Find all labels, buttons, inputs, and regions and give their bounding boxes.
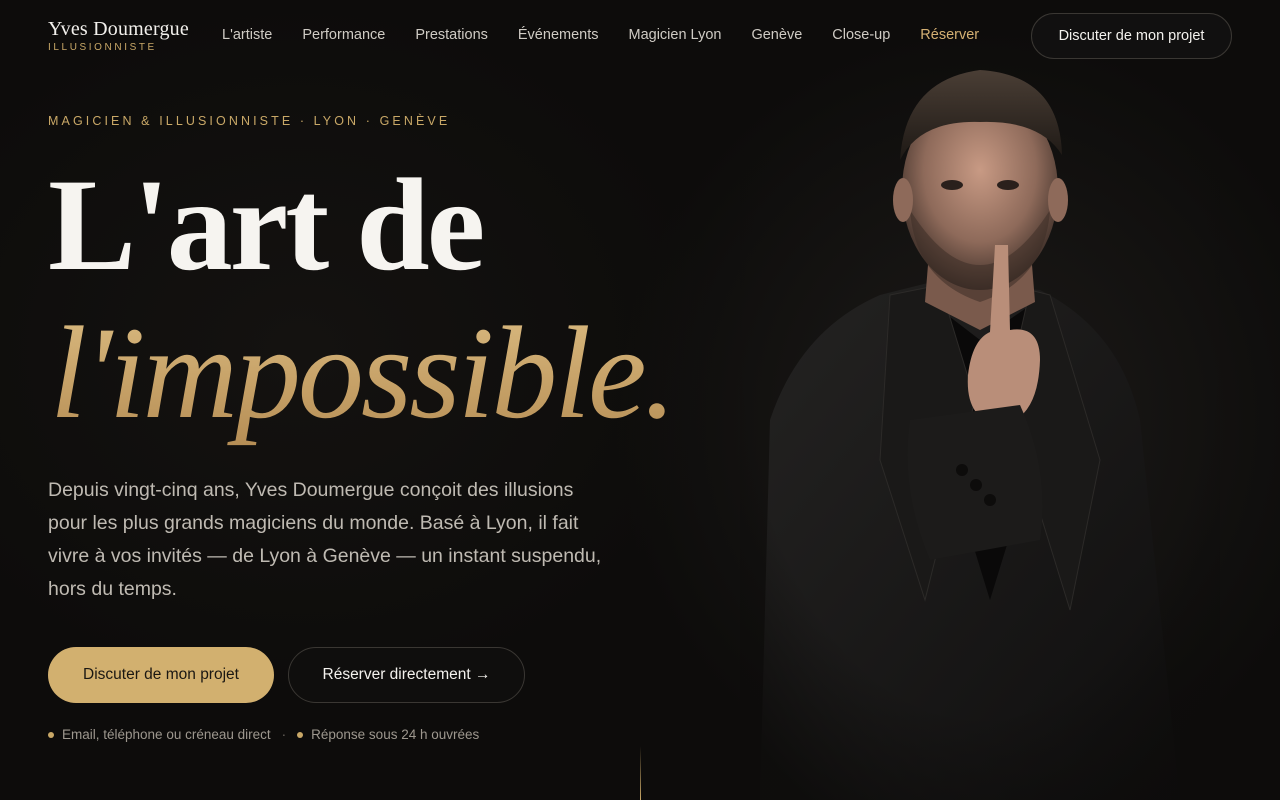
scroll-indicator-line bbox=[640, 746, 641, 800]
bullet-dot-icon bbox=[48, 731, 54, 738]
meta-contact-options: Email, téléphone ou créneau direct bbox=[62, 727, 271, 742]
contact-meta: Email, téléphone ou créneau direct · Rép… bbox=[48, 727, 479, 742]
brand-tagline: ILLUSIONNISTE bbox=[48, 42, 157, 53]
nav-item-artiste[interactable]: L'artiste bbox=[222, 27, 272, 43]
nav-item-close-up[interactable]: Close-up bbox=[832, 27, 890, 43]
hero-title-line-2: l'impossible. bbox=[50, 299, 677, 446]
meta-separator: · bbox=[281, 727, 287, 742]
discuss-project-button[interactable]: Discuter de mon projet bbox=[48, 647, 274, 703]
brand-name: Yves Doumergue bbox=[48, 18, 189, 40]
nav-item-geneve[interactable]: Genève bbox=[751, 27, 802, 43]
nav-item-prestations[interactable]: Prestations bbox=[415, 27, 488, 43]
header-contact-button[interactable]: Discuter de mon projet bbox=[1031, 13, 1232, 59]
site-header: Yves Doumergue ILLUSIONNISTE L'artiste P… bbox=[0, 0, 1280, 72]
nav-item-reserver[interactable]: Réserver bbox=[920, 27, 979, 43]
hero-title-line-1: L'art de bbox=[48, 151, 485, 298]
brand-logo[interactable]: Yves Doumergue ILLUSIONNISTE bbox=[48, 18, 189, 53]
hero-lead-text: Depuis vingt-cinq ans, Yves Doumergue co… bbox=[48, 479, 602, 600]
hero-section: MAGICIEN & ILLUSIONNISTE · LYON · GENÈVE… bbox=[48, 0, 728, 800]
main-nav: L'artiste Performance Prestations Événem… bbox=[222, 27, 1009, 43]
nav-item-magicien-lyon[interactable]: Magicien Lyon bbox=[629, 27, 722, 43]
hero-eyebrow: MAGICIEN & ILLUSIONNISTE · LYON · GENÈVE bbox=[48, 114, 451, 128]
portrait-silhouette-icon bbox=[740, 40, 1220, 800]
nav-item-performance[interactable]: Performance bbox=[302, 27, 385, 43]
book-directly-button[interactable]: Réserver directement → bbox=[288, 647, 525, 703]
meta-response-time: Réponse sous 24 h ouvrées bbox=[311, 727, 480, 742]
magician-portrait-image bbox=[740, 40, 1220, 800]
bullet-dot-icon bbox=[297, 731, 304, 738]
nav-item-evenements[interactable]: Événements bbox=[518, 27, 599, 43]
